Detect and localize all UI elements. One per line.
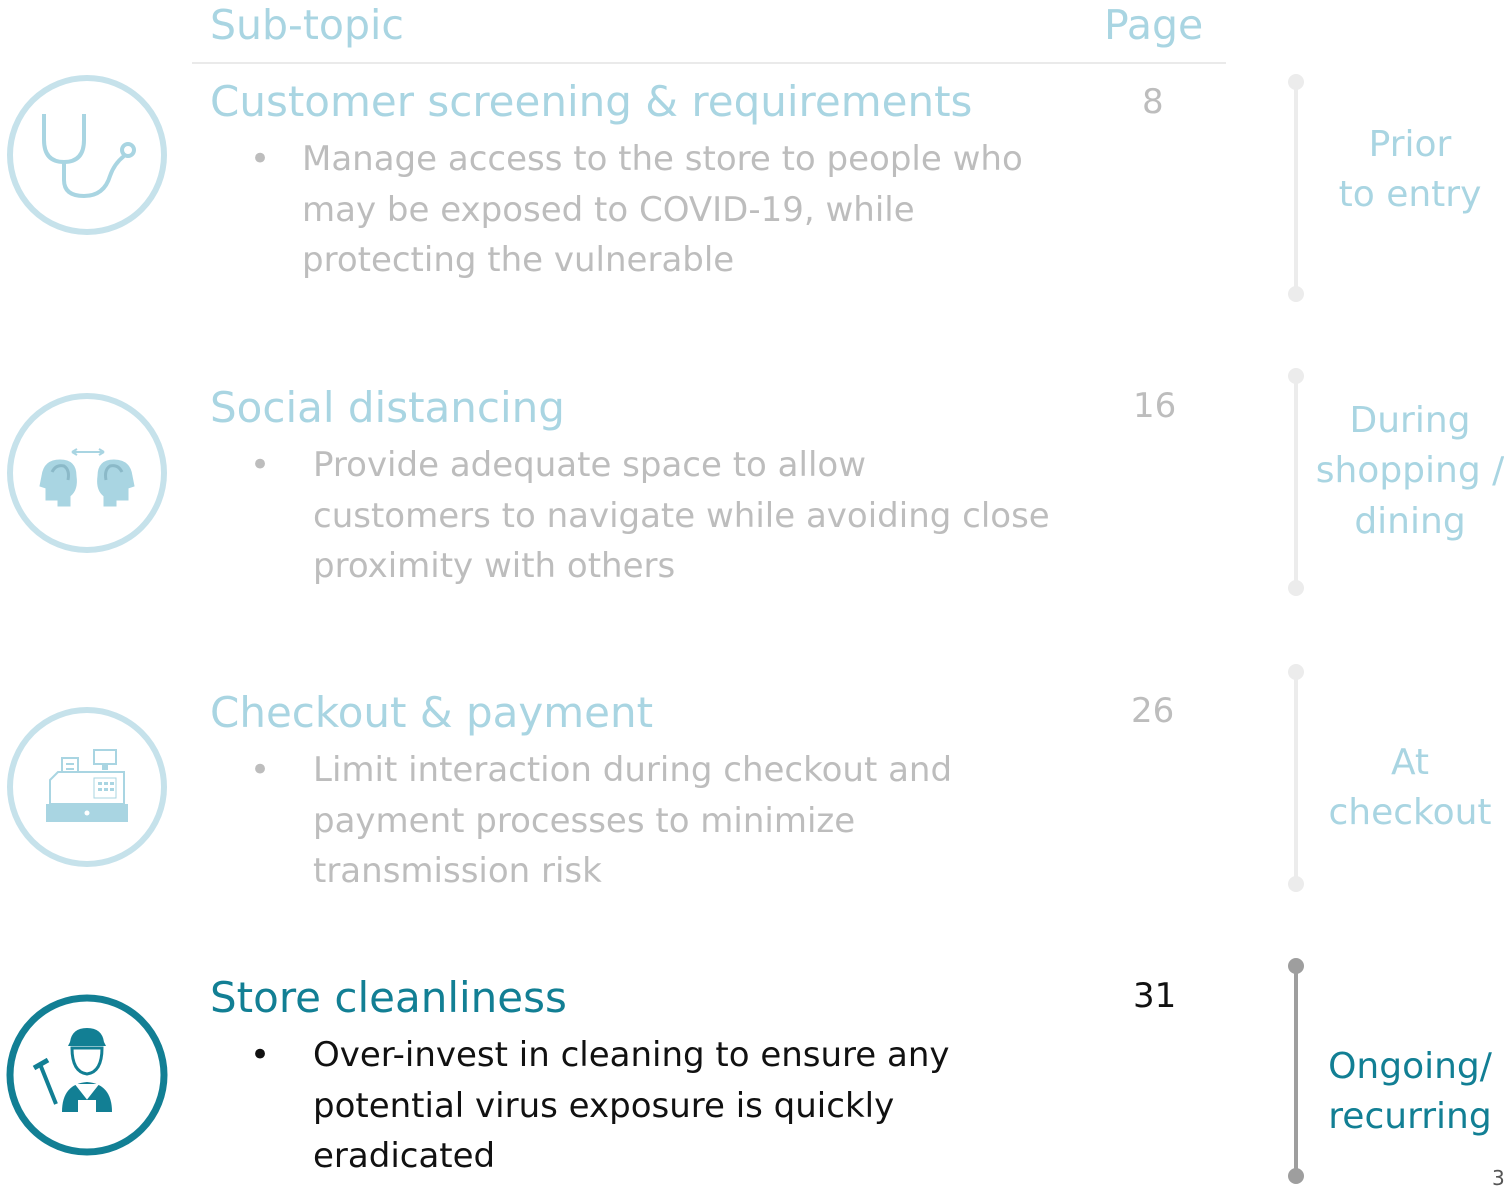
subtopic-description: Provide adequate space to allow customer… [313, 445, 1050, 587]
phase-label: During shopping / dining [1315, 400, 1504, 542]
subtopic-description: Manage access to the store to people who… [302, 139, 1023, 281]
bullet-icon: • [250, 750, 271, 790]
phase-label: At checkout [1328, 742, 1492, 834]
subtopic-title: Store cleanliness [210, 973, 567, 1022]
stethoscope-icon [6, 74, 168, 236]
phase-line-end [1288, 1168, 1304, 1184]
cleaner-worker-icon [6, 994, 168, 1156]
two-heads-distance-icon [6, 392, 168, 554]
slide-number: 3 [1492, 1166, 1504, 1190]
phase-line-end [1288, 876, 1304, 892]
bullet-icon: • [250, 445, 271, 485]
page-header: Page [1104, 1, 1204, 49]
subtopic-header: Sub-topic [210, 1, 404, 49]
header-divider [192, 62, 1226, 64]
phase-label: Prior to entry [1338, 124, 1482, 216]
subtopic-title: Checkout & payment [210, 688, 654, 737]
page-number: 16 [1133, 386, 1177, 426]
phase-line [1294, 672, 1298, 884]
phase-line-end [1288, 580, 1304, 596]
bullet-icon: • [250, 1035, 271, 1075]
subtopic-description: Limit interaction during checkout and pa… [313, 750, 953, 892]
subtopic-description: Over-invest in cleaning to ensure any po… [313, 1035, 950, 1177]
bullet-icon: • [250, 139, 271, 179]
page-number: 31 [1133, 976, 1177, 1016]
page-number: 8 [1142, 82, 1164, 122]
cash-register-icon [6, 706, 168, 868]
phase-line [1294, 82, 1298, 294]
subtopic-title: Social distancing [210, 383, 565, 432]
phase-line [1294, 376, 1298, 588]
phase-line [1294, 966, 1298, 1178]
phase-line-end [1288, 286, 1304, 302]
subtopic-title: Customer screening & requirements [210, 77, 973, 126]
page-number: 26 [1131, 691, 1175, 731]
phase-label: Ongoing/ recurring [1328, 1046, 1492, 1138]
